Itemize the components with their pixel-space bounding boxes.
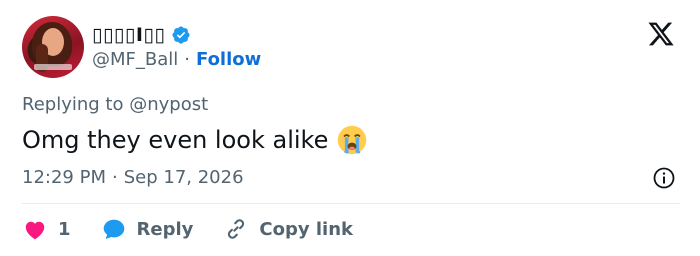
author-avatar[interactable] — [22, 16, 84, 78]
tweet-date: Sep 17, 2026 — [123, 167, 244, 188]
loudly-crying-face-icon — [338, 125, 367, 155]
tweet-text: Omg they even look alike — [22, 124, 368, 156]
tweet-actions: 1 Reply Copy link — [22, 214, 383, 244]
reply-label: Reply — [136, 218, 194, 240]
avatar-caption-mark — [34, 64, 72, 70]
actions-divider — [22, 203, 680, 204]
like-count: 1 — [58, 218, 71, 240]
author-name-row: ▯▯▯▯I▯▯ — [92, 23, 191, 47]
tweet-time: 12:29 PM — [22, 167, 106, 188]
tweet-timestamp[interactable]: 12:29 PM · Sep 17, 2026 — [22, 167, 244, 188]
x-logo-icon[interactable] — [646, 20, 676, 48]
copy-link-button[interactable]: Copy link — [223, 216, 353, 242]
author-handle-row: @MF_Ball · Follow — [92, 49, 261, 70]
reply-button[interactable]: Reply — [101, 216, 194, 242]
link-icon — [228, 219, 245, 239]
replying-to-handle[interactable]: @nypost — [129, 94, 208, 115]
handle-separator: · — [184, 49, 190, 70]
reply-bubble-icon — [103, 219, 124, 239]
heart-icon — [25, 221, 45, 240]
timestamp-separator: · — [111, 167, 118, 188]
like-action[interactable]: 1 — [22, 216, 71, 242]
follow-button[interactable]: Follow — [196, 49, 261, 70]
replying-to-prefix: Replying to — [22, 94, 124, 115]
info-icon[interactable] — [652, 166, 676, 190]
author-handle[interactable]: @MF_Ball — [92, 49, 178, 70]
author-display-name[interactable]: ▯▯▯▯I▯▯ — [92, 24, 165, 46]
verified-badge-icon — [172, 26, 190, 44]
tweet-body: Omg they even look alike — [22, 126, 329, 154]
replying-to-line: Replying to @nypost — [22, 94, 208, 115]
copy-link-label: Copy link — [259, 218, 353, 240]
